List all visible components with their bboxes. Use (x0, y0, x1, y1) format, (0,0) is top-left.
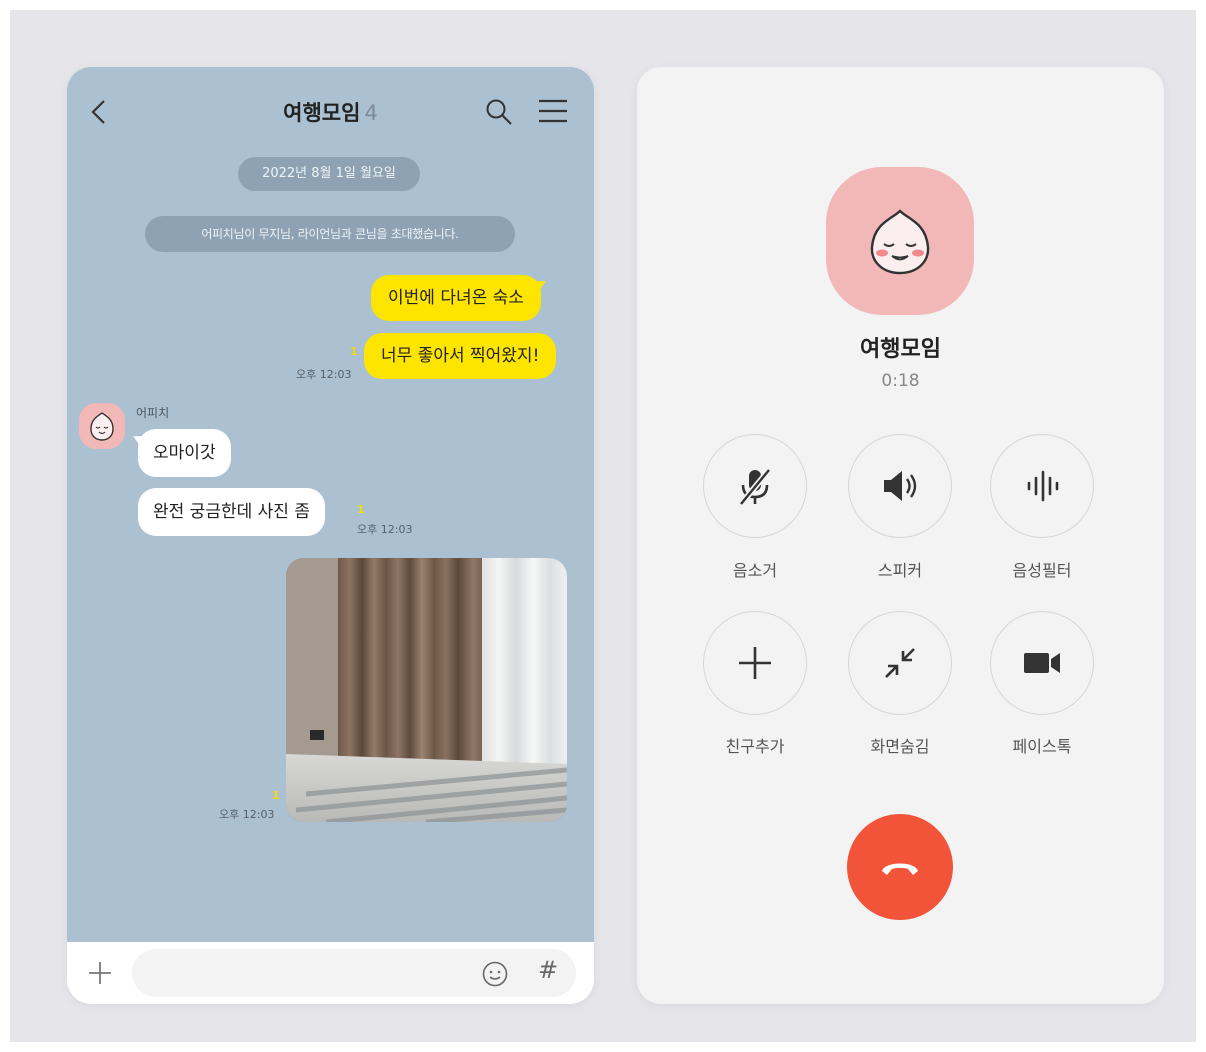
friend-message-bubble[interactable]: 오마이갓 (138, 429, 231, 477)
call-timer: 0:18 (881, 371, 920, 391)
video-icon (1024, 653, 1060, 673)
plus-icon (739, 647, 771, 679)
sender-name: 어피치 (136, 406, 170, 420)
chat-room-panel: 여행모임 4 2022년 8월 1일 월요일 어피치님이 무지님, 라이언님과 콘… (67, 67, 594, 1004)
mute-label: 음소거 (732, 561, 778, 580)
menu-icon[interactable] (537, 97, 569, 125)
message-time: 오후 12:03 (296, 368, 352, 381)
unread-count: 1 (357, 503, 365, 516)
room-photo-image (286, 558, 567, 822)
speaker-button[interactable] (848, 434, 952, 538)
attach-plus-icon[interactable] (87, 960, 113, 986)
minimize-icon (885, 648, 915, 678)
voice-filter-icon (1027, 470, 1059, 502)
sender-avatar[interactable] (79, 403, 125, 449)
hang-up-phone-icon (882, 863, 918, 875)
system-notice: 어피치님이 무지님, 라이언님과 콘님을 초대했습니다. (145, 216, 515, 252)
shared-photo[interactable] (286, 558, 567, 822)
apeach-face-icon (870, 209, 930, 275)
apeach-face-icon (90, 412, 114, 441)
mute-button[interactable] (703, 434, 807, 538)
mic-off-icon (738, 468, 772, 506)
search-icon[interactable] (484, 97, 514, 127)
speaker-icon (884, 471, 917, 501)
my-message-bubble[interactable]: 이번에 다녀온 숙소 (371, 275, 541, 321)
message-time: 오후 12:03 (357, 523, 413, 536)
hide-screen-button[interactable] (848, 611, 952, 715)
add-friend-label: 친구추가 (725, 737, 785, 756)
hashtag-icon[interactable]: # (538, 956, 558, 984)
unread-count: 1 (272, 789, 280, 802)
call-room-name: 여행모임 (860, 337, 941, 362)
facetalk-label: 페이스톡 (1012, 737, 1072, 756)
speaker-label: 스피커 (877, 561, 923, 580)
hang-up-button[interactable] (847, 814, 953, 920)
friend-message-bubble[interactable]: 완전 궁금한데 사진 좀 (138, 488, 325, 536)
chat-title: 여행모임 4 (67, 97, 594, 127)
voice-call-panel: 여행모임 0:18 음소거 스피커 음성필터 친구추가 화면숨김 페이스톡 (637, 67, 1164, 1004)
message-input-bar: # (67, 942, 594, 1004)
voice-filter-label: 음성필터 (1012, 561, 1072, 580)
unread-count: 1 (350, 345, 358, 358)
facetalk-button[interactable] (990, 611, 1094, 715)
member-count: 4 (364, 101, 378, 125)
voice-filter-button[interactable] (990, 434, 1094, 538)
message-time: 오후 12:03 (219, 808, 275, 821)
add-friend-button[interactable] (703, 611, 807, 715)
hide-screen-label: 화면숨김 (870, 737, 930, 756)
my-message-bubble[interactable]: 너무 좋아서 찍어왔지! (364, 333, 557, 379)
message-input[interactable] (132, 949, 576, 997)
date-divider: 2022년 8월 1일 월요일 (238, 157, 420, 191)
emoji-icon[interactable] (481, 960, 509, 988)
chat-header: 여행모임 4 (67, 67, 594, 155)
chat-room-name: 여행모임 (283, 101, 361, 125)
call-profile-avatar (826, 167, 974, 315)
